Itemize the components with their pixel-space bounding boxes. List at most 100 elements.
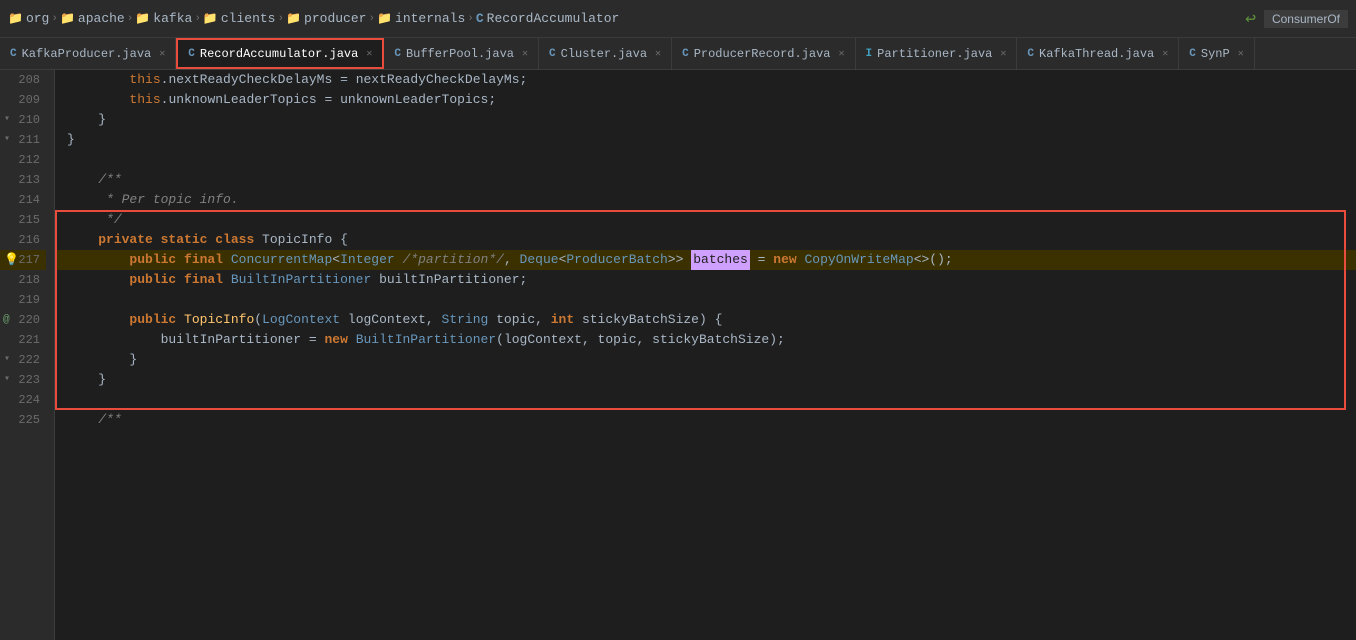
folder-icon-apache: 📁 <box>60 11 75 26</box>
folder-icon-kafka: 📁 <box>135 11 150 26</box>
breadcrumb-class-label: RecordAccumulator <box>487 11 620 26</box>
tab-close-kafka-producer[interactable]: ✕ <box>159 48 165 60</box>
tab-close-record[interactable]: ✕ <box>366 48 372 60</box>
lines-wrapper: this.nextReadyCheckDelayMs = nextReadyCh… <box>55 70 1356 430</box>
breadcrumb-internals[interactable]: 📁 internals <box>377 11 465 26</box>
editor-container: 208 209 ▾ 210 ▾ 211 212 213 214 215 216 … <box>0 70 1356 640</box>
breadcrumb-recordaccumulator[interactable]: C RecordAccumulator <box>476 11 619 26</box>
tab-label-kafka-producer: KafkaProducer.java <box>22 47 152 61</box>
line-num-213: 213 <box>0 170 46 190</box>
tab-close-partitioner[interactable]: ✕ <box>1000 48 1006 60</box>
line-num-220: @ 220 <box>0 310 46 330</box>
tab-label-buffer-pool: BufferPool.java <box>406 47 514 61</box>
code-line-220: public TopicInfo(LogContext logContext, … <box>55 310 1356 330</box>
back-icon[interactable]: ↩ <box>1245 8 1256 30</box>
code-line-218: public final BuiltInPartitioner builtInP… <box>55 270 1356 290</box>
tab-kafka-thread[interactable]: C KafkaThread.java ✕ <box>1017 38 1179 69</box>
tab-label-record-accumulator: RecordAccumulator.java <box>200 47 358 61</box>
line-num-212: 212 <box>0 150 46 170</box>
code-line-222: } <box>55 350 1356 370</box>
breadcrumb-org-label: org <box>26 11 49 26</box>
line-num-221: 221 <box>0 330 46 350</box>
code-line-225: /** <box>55 410 1356 430</box>
breadcrumb-bar: 📁 org › 📁 apache › 📁 kafka › 📁 clients ›… <box>0 0 1356 38</box>
code-area[interactable]: this.nextReadyCheckDelayMs = nextReadyCh… <box>55 70 1356 640</box>
breadcrumb-producer[interactable]: 📁 producer <box>286 11 366 26</box>
class-icon: C <box>476 11 484 26</box>
breadcrumb-kafka[interactable]: 📁 kafka <box>135 11 192 26</box>
line-num-211: ▾ 211 <box>0 130 46 150</box>
breadcrumb-sep-2: › <box>127 13 134 25</box>
tab-icon-cluster: C <box>549 48 556 60</box>
breadcrumb-right: ↩ ConsumerOf <box>1245 8 1348 30</box>
breadcrumb-sep-4: › <box>277 13 284 25</box>
code-line-219 <box>55 290 1356 310</box>
line-num-216: 216 <box>0 230 46 250</box>
tab-close-cluster[interactable]: ✕ <box>655 48 661 60</box>
tab-producer-record[interactable]: C ProducerRecord.java ✕ <box>672 38 855 69</box>
line-num-214: 214 <box>0 190 46 210</box>
line-num-210: ▾ 210 <box>0 110 46 130</box>
tab-label-kafka-thread: KafkaThread.java <box>1039 47 1154 61</box>
tab-label-partitioner: Partitioner.java <box>877 47 992 61</box>
consumer-label: ConsumerOf <box>1264 10 1348 28</box>
tab-close-producer-record[interactable]: ✕ <box>839 48 845 60</box>
code-line-223: } <box>55 370 1356 390</box>
line-num-219: 219 <box>0 290 46 310</box>
breadcrumb-sep-1: › <box>51 13 58 25</box>
at-icon-220: @ <box>3 310 10 330</box>
folder-icon-producer: 📁 <box>286 11 301 26</box>
line-num-222: ▾ 222 <box>0 350 46 370</box>
tab-close-synp[interactable]: ✕ <box>1238 48 1244 60</box>
breadcrumb-apache[interactable]: 📁 apache <box>60 11 125 26</box>
gutter: 208 209 ▾ 210 ▾ 211 212 213 214 215 216 … <box>0 70 55 640</box>
bulb-icon-217[interactable]: 💡 <box>4 250 19 270</box>
tab-label-cluster: Cluster.java <box>561 47 647 61</box>
line-num-218: 218 <box>0 270 46 290</box>
code-line-216: private static class TopicInfo { <box>55 230 1356 250</box>
arrow-down-icon-222: ▾ <box>4 350 10 370</box>
tab-close-kafka-thread[interactable]: ✕ <box>1162 48 1168 60</box>
folder-icon-clients: 📁 <box>203 11 218 26</box>
line-num-209: 209 <box>0 90 46 110</box>
code-line-211: } <box>55 130 1356 150</box>
folder-icon: 📁 <box>8 11 23 26</box>
arrow-down-icon-211: ▾ <box>4 130 10 150</box>
tab-icon-producer-record: C <box>682 48 689 60</box>
breadcrumb-clients[interactable]: 📁 clients <box>203 11 276 26</box>
tab-icon-java: C <box>10 48 17 60</box>
breadcrumb-org[interactable]: 📁 org <box>8 11 49 26</box>
code-line-214: * Per topic info. <box>55 190 1356 210</box>
tab-cluster[interactable]: C Cluster.java ✕ <box>539 38 672 69</box>
code-line-209: this.unknownLeaderTopics = unknownLeader… <box>55 90 1356 110</box>
line-num-217: 💡 217 <box>0 250 46 270</box>
breadcrumb-sep-6: › <box>467 13 474 25</box>
code-line-213: /** <box>55 170 1356 190</box>
line-num-225: 225 <box>0 410 46 430</box>
tabs-bar: C KafkaProducer.java ✕ C RecordAccumulat… <box>0 38 1356 70</box>
code-line-212 <box>55 150 1356 170</box>
tab-icon-synp: C <box>1189 48 1196 60</box>
breadcrumb-kafka-label: kafka <box>153 11 192 26</box>
line-num-223: ▾ 223 <box>0 370 46 390</box>
tab-kafka-producer[interactable]: C KafkaProducer.java ✕ <box>0 38 176 69</box>
tab-icon-buffer: C <box>394 48 401 60</box>
tab-buffer-pool[interactable]: C BufferPool.java ✕ <box>384 38 539 69</box>
tab-synp[interactable]: C SynP ✕ <box>1179 38 1254 69</box>
tab-partitioner[interactable]: I Partitioner.java ✕ <box>856 38 1018 69</box>
tab-label-producer-record: ProducerRecord.java <box>694 47 831 61</box>
breadcrumb-sep-5: › <box>368 13 375 25</box>
code-line-224 <box>55 390 1356 410</box>
tab-icon-kafka-thread: C <box>1027 48 1034 60</box>
code-line-208: this.nextReadyCheckDelayMs = nextReadyCh… <box>55 70 1356 90</box>
folder-icon-internals: 📁 <box>377 11 392 26</box>
arrow-down-icon-210: ▾ <box>4 110 10 130</box>
tab-record-accumulator[interactable]: C RecordAccumulator.java ✕ <box>176 38 384 69</box>
line-num-224: 224 <box>0 390 46 410</box>
field-highlight-batches: batches <box>691 250 750 270</box>
tab-icon-partitioner: I <box>866 48 873 60</box>
breadcrumb-internals-label: internals <box>395 11 465 26</box>
tab-icon-record: C <box>188 48 195 60</box>
code-line-221: builtInPartitioner = new BuiltInPartitio… <box>55 330 1356 350</box>
tab-close-buffer[interactable]: ✕ <box>522 48 528 60</box>
